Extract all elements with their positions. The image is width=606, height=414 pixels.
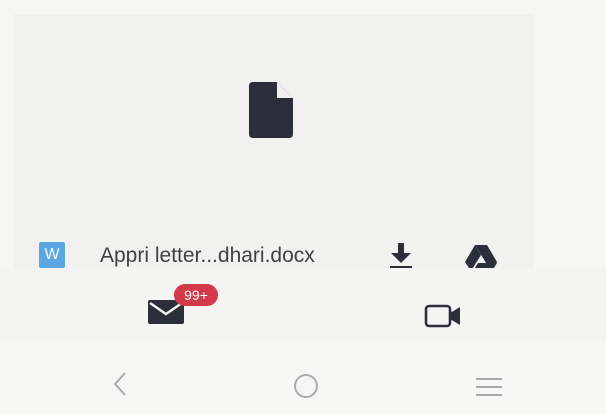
tab-mail[interactable]: 99+ — [148, 284, 218, 326]
attachment-file-name[interactable]: Appri letter...dhari.docx — [100, 244, 315, 268]
attachment-card[interactable]: W Appri letter...dhari.docx — [14, 14, 534, 271]
unread-count-badge: 99+ — [174, 284, 218, 306]
bottom-tab-bar: 99+ — [0, 268, 606, 342]
video-camera-icon[interactable] — [424, 304, 462, 328]
system-navigation-bar — [0, 342, 606, 414]
back-chevron-icon[interactable] — [110, 370, 130, 398]
menu-icon[interactable] — [474, 376, 504, 398]
home-circle-icon[interactable] — [292, 372, 320, 400]
screen: W Appri letter...dhari.docx 99+ — [0, 0, 606, 414]
attachment-file-row[interactable]: W Appri letter...dhari.docx — [14, 226, 534, 271]
word-document-icon: W — [39, 242, 65, 268]
document-icon — [249, 82, 293, 138]
attachment-preview[interactable] — [14, 14, 534, 224]
download-icon[interactable] — [388, 242, 414, 270]
